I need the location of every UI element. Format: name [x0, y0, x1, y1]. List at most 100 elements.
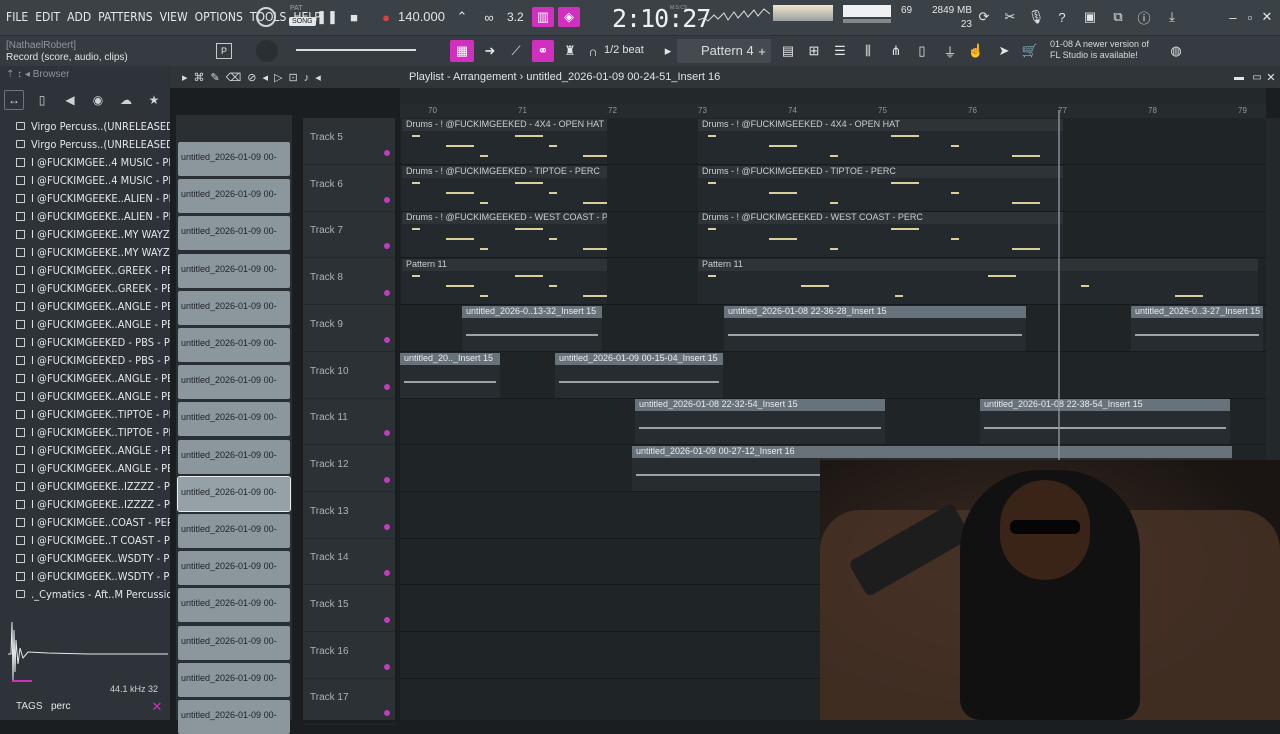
browser-item[interactable]: I @FUCKIMGEEK..GREEK - PERC [0, 279, 170, 297]
clip-picker-item[interactable]: untitled_2026-01-09 00- [178, 290, 290, 325]
browser-item[interactable]: I @FUCKIMGEEK..GREEK - PERC [0, 261, 170, 279]
play-button[interactable]: ❚❚ [316, 8, 338, 26]
globe-icon[interactable]: ◍ [1166, 42, 1186, 60]
menu-add[interactable]: ADD [67, 10, 91, 24]
track-header[interactable]: Track 17 [303, 678, 395, 726]
clip-picker-item[interactable]: untitled_2026-01-09 00- [178, 179, 290, 214]
menu-file[interactable]: FILE [6, 10, 28, 24]
clip-picker-item[interactable]: untitled_2026-01-09 00- [178, 700, 290, 734]
menu-options[interactable]: OPTIONS [195, 10, 243, 24]
routing-icon[interactable]: ⋔ [886, 42, 906, 60]
download-icon[interactable]: ⤓ [1162, 8, 1182, 26]
help-icon[interactable]: ? [1052, 8, 1072, 26]
track-header[interactable]: Track 10 [303, 352, 395, 399]
minimize-icon[interactable]: – [1226, 8, 1240, 26]
clip-picker-item[interactable]: untitled_2026-01-09 00- [178, 625, 290, 660]
pattern-clip[interactable]: Drums - ! @FUCKIMGEEKED - 4X4 - OPEN HAT [698, 119, 1063, 164]
menu-view[interactable]: VIEW [160, 10, 188, 24]
metronome-icon[interactable]: ⌃ [452, 8, 472, 26]
mic-icon[interactable]: 🎙 [1026, 8, 1046, 26]
playlist-tools[interactable]: ▸⌘✎⌫⊘◂▷⊡♪◂ [182, 71, 327, 84]
track-lane[interactable]: Drums - ! @FUCKIMGEEKED - TIPTOE - PERC D… [400, 165, 1266, 212]
track-color-dot[interactable] [384, 710, 390, 717]
track-color-dot[interactable] [384, 663, 390, 670]
pattern-clip[interactable]: Drums - ! @FUCKIMGEEKED - WEST COAST - P… [698, 212, 1063, 258]
browser-item[interactable]: I @FUCKIMGEEK..ANGLE - PERC [0, 315, 170, 333]
tools-icon[interactable]: ✂ [1000, 8, 1020, 26]
clip-picker-item[interactable]: untitled_2026-01-09 00- [178, 662, 290, 697]
track-color-dot[interactable] [384, 243, 390, 250]
clip-picker-item[interactable]: untitled_2026-01-09 00- [178, 402, 290, 437]
export-icon[interactable]: ➤ [994, 42, 1014, 60]
playlist-close-icon[interactable]: ✕ [1264, 70, 1278, 84]
track-color-dot[interactable] [384, 617, 390, 623]
loop-record-icon[interactable]: ∞ [478, 8, 500, 26]
audio-clip[interactable]: untitled_2026-01-08 22-36-28_Insert 15 [724, 305, 1026, 351]
track-header[interactable]: Track 15 [303, 585, 395, 632]
track-header[interactable]: Track 13 [303, 492, 395, 539]
browser-item[interactable]: I @FUCKIMGEEKE..MY WAYZ - PERC [0, 225, 170, 243]
browser-item[interactable]: I @FUCKIMGEEK..TIPTOE - PERC [0, 423, 170, 441]
mixer-icon[interactable]: ⫼ [858, 42, 878, 60]
browser-item[interactable]: I @FUCKIMGEEK..ANGLE - PERC [0, 297, 170, 315]
pattern-clip[interactable]: Pattern 11 [402, 259, 607, 305]
track-color-dot[interactable] [384, 383, 390, 390]
magnet-icon[interactable]: ∩ [586, 42, 600, 60]
touch-icon[interactable]: ☝ [966, 42, 986, 60]
pattern-clip[interactable]: Drums - ! @FUCKIMGEEKED - WEST COAST - P… [402, 212, 607, 258]
playlist-view-icon[interactable]: ▦ [450, 40, 474, 62]
news-panel[interactable]: 01-08 A newer version of FL Studio is ava… [1050, 39, 1149, 61]
save-icon[interactable]: ▣ [1080, 8, 1100, 26]
step-edit-icon[interactable]: ▥ [532, 7, 554, 27]
plugin-picker-icon[interactable]: ⏚ [940, 42, 960, 60]
browser-world-icon[interactable]: ◉ [88, 90, 108, 110]
track-header[interactable]: Track 16 [303, 632, 395, 679]
tags-filter-value[interactable]: perc [51, 701, 70, 712]
track-color-dot[interactable] [384, 150, 390, 156]
track-header[interactable]: Track 11 [303, 398, 395, 446]
song-label[interactable]: SONG [289, 17, 316, 26]
browser-all-icon[interactable]: ↔ [4, 90, 24, 110]
browser-item[interactable]: I @FUCKIMGEEK..ANGLE - PERC [0, 369, 170, 387]
browser-item[interactable]: I @FUCKIMGEEKED - PBS - PERC [0, 351, 170, 369]
track-color-dot[interactable] [384, 290, 390, 297]
track-color-dot[interactable] [384, 430, 390, 437]
browser-item[interactable]: I @FUCKIMGEEKE..MY WAYZ - PERC [0, 243, 170, 261]
browser-cloud-icon[interactable]: ☁ [116, 90, 136, 110]
track-color-dot[interactable] [384, 523, 390, 530]
browser-item[interactable]: I @FUCKIMGEEKE..ALIEN - PERC [0, 207, 170, 225]
browser-item[interactable]: I @FUCKIMGEEK..ANGLE - PERC [0, 459, 170, 477]
link-icon[interactable]: ⚭ [532, 40, 554, 62]
undo-icon[interactable]: ⟳ [974, 8, 994, 26]
clip-picker-item[interactable]: untitled_2026-01-09 00- [178, 514, 290, 548]
maximize-icon[interactable]: ▫ [1243, 8, 1257, 26]
playlist-icon[interactable]: ▤ [778, 42, 798, 60]
track-lane[interactable]: untitled_2026-01-08 22-32-54_Insert 15 un… [400, 398, 1266, 446]
channel-rack-icon[interactable]: ☰ [830, 42, 850, 60]
playlist-maximize-icon[interactable]: ▭ [1250, 70, 1264, 84]
track-lane[interactable]: Drums - ! @FUCKIMGEEKED - WEST COAST - P… [400, 211, 1266, 259]
draw-icon[interactable]: ⟋ [506, 42, 526, 60]
browser-item[interactable]: I @FUCKIMGEEK..ANGLE - PERC [0, 387, 170, 405]
audio-clip[interactable]: untitled_2026-01-09 00-15-04_Insert 15 [555, 352, 723, 398]
browser-item[interactable]: I @FUCKIMGEEK..ANGLE - PERC [0, 441, 170, 459]
clear-tags-icon[interactable]: ✕ [150, 699, 164, 714]
track-lane[interactable]: untitled_20.._Insert 15 untitled_2026-01-… [400, 352, 1266, 399]
clip-picker-item[interactable]: untitled_2026-01-09 00- [178, 328, 290, 362]
clip-picker-item[interactable]: untitled_2026-01-09 00- [178, 439, 290, 474]
browser-item[interactable]: I @FUCKIMGEEKE..ALIEN - PERC [0, 189, 170, 207]
horizontal-overview-scrollbar[interactable] [400, 88, 1266, 104]
pattern-prev-icon[interactable]: ▸ [662, 42, 674, 60]
browser-item[interactable]: I @FUCKIMGEEKE..IZZZZ - PERC [0, 495, 170, 513]
browser-item[interactable]: I @FUCKIMGEE..4 MUSIC - PERC [0, 153, 170, 171]
clip-picker-item[interactable]: untitled_2026-01-09 00- [178, 551, 290, 586]
track-header[interactable]: Track 7 [303, 211, 395, 259]
pattern-clip[interactable]: Pattern 11 [698, 259, 1258, 305]
audio-clip[interactable]: untitled_2026-0..13-32_Insert 15 [462, 305, 602, 351]
shop-icon[interactable]: 🛒 [1020, 42, 1040, 60]
audio-clip[interactable]: untitled_2026-0..3-27_Insert 15 [1131, 305, 1263, 351]
track-header[interactable]: Track 8 [303, 258, 395, 306]
browser-item[interactable]: Virgo Percuss..(UNRELEASED) [0, 135, 170, 153]
browser-item[interactable]: ._Cymatics - Aft..M Percussion 1 [0, 585, 170, 603]
browser-item[interactable]: I @FUCKIMGEEKED - PBS - PERC [0, 333, 170, 351]
